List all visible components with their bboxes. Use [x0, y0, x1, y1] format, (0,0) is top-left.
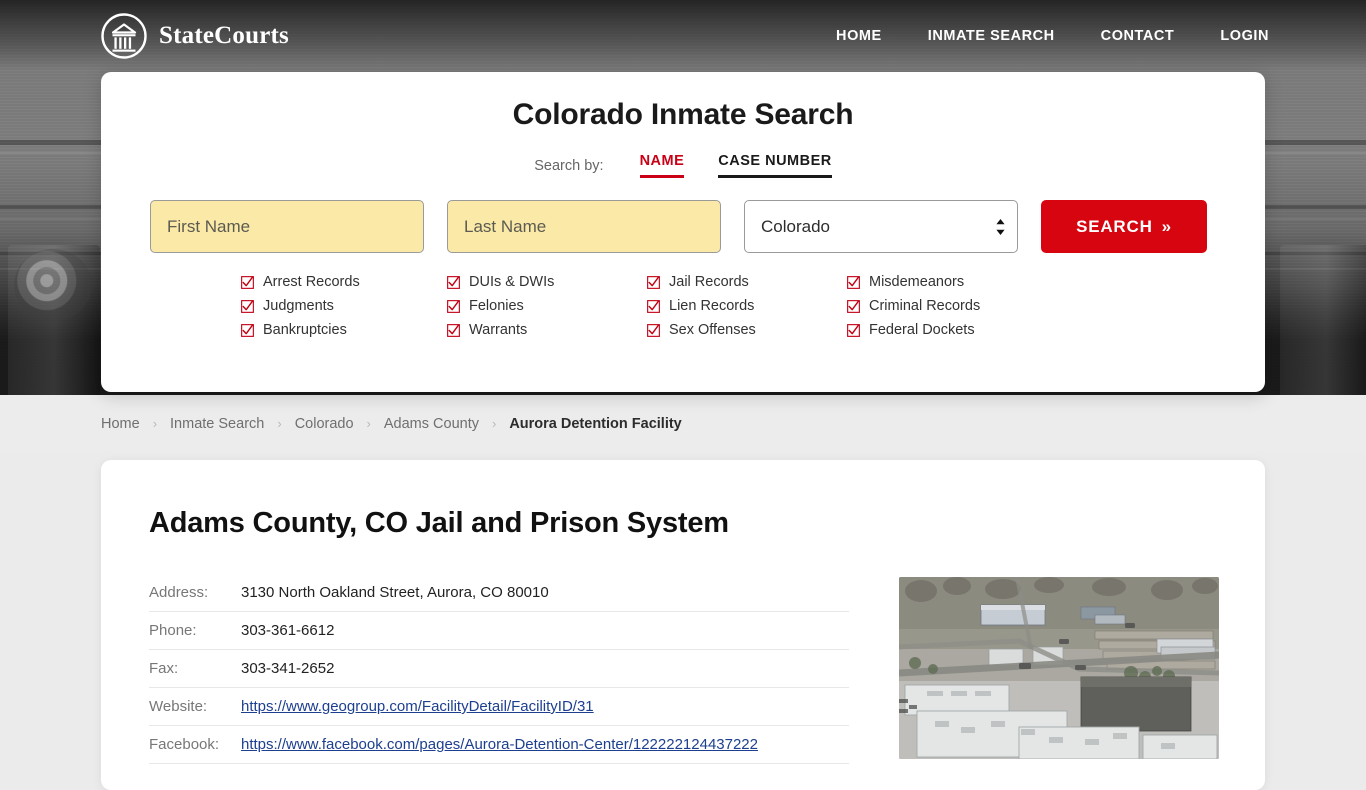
table-row: Phone: 303-361-6612: [149, 611, 849, 650]
record-type-item[interactable]: Arrest Records: [241, 273, 447, 292]
main-navigation: HOME INMATE SEARCH CONTACT LOGIN: [836, 22, 1269, 50]
table-row: Fax: 303-341-2652: [149, 649, 849, 688]
breadcrumb-item-current: Aurora Detention Facility: [509, 415, 682, 432]
courthouse-circle-icon: [100, 12, 148, 60]
search-form: Colorado SEARCH »: [101, 200, 1265, 253]
state-select-wrapper: Colorado: [744, 200, 1018, 253]
chevron-right-icon: ›: [152, 416, 158, 431]
page-title: Adams County, CO Jail and Prison System: [149, 507, 729, 539]
website-link[interactable]: https://www.geogroup.com/FacilityDetail/…: [241, 698, 594, 715]
detail-label-facebook: Facebook:: [149, 725, 241, 764]
record-type-item[interactable]: Misdemeanors: [847, 273, 1125, 292]
record-type-label: Felonies: [469, 298, 524, 314]
nav-item-login[interactable]: LOGIN: [1220, 22, 1269, 50]
record-type-item[interactable]: Bankruptcies: [241, 321, 447, 340]
hero-ionic-scroll-decoration: [14, 249, 92, 321]
checked-box-icon: [647, 300, 660, 313]
detail-value-website: https://www.geogroup.com/FacilityDetail/…: [241, 687, 849, 726]
table-row: Website: https://www.geogroup.com/Facili…: [149, 687, 849, 726]
record-type-item[interactable]: Sex Offenses: [647, 321, 847, 340]
record-type-label: Judgments: [263, 298, 334, 314]
checked-box-icon: [241, 276, 254, 289]
detail-label-address: Address:: [149, 577, 241, 612]
search-by-tabs: Search by: NAME CASE NUMBER: [101, 153, 1265, 178]
detail-value-fax: 303-341-2652: [241, 649, 849, 688]
checked-box-icon: [447, 276, 460, 289]
checked-box-icon: [447, 324, 460, 337]
chevron-right-icon: ›: [277, 416, 282, 431]
record-type-label: Lien Records: [669, 298, 755, 314]
nav-item-contact[interactable]: CONTACT: [1101, 22, 1175, 50]
checked-box-icon: [847, 324, 860, 337]
breadcrumb-item-colorado[interactable]: Colorado: [295, 416, 354, 432]
record-type-item[interactable]: DUIs & DWIs: [447, 273, 647, 292]
record-type-label: Criminal Records: [869, 298, 981, 314]
search-by-label: Search by:: [534, 157, 604, 174]
chevron-right-icon: ›: [491, 416, 497, 431]
record-type-label: Warrants: [469, 322, 528, 338]
checked-box-icon: [647, 276, 660, 289]
facility-detail-table: Address: 3130 North Oakland Street, Auro…: [149, 577, 849, 764]
record-type-label: Sex Offenses: [669, 322, 756, 338]
breadcrumb-bar: Home › Inmate Search › Colorado › Adams …: [0, 395, 1366, 452]
tab-search-by-case-number[interactable]: CASE NUMBER: [718, 153, 832, 178]
brand-name: StateCourts: [159, 22, 289, 49]
nav-item-inmate-search[interactable]: INMATE SEARCH: [928, 22, 1055, 50]
table-row: Facebook: https://www.facebook.com/pages…: [149, 725, 849, 764]
breadcrumb-item-inmate-search[interactable]: Inmate Search: [170, 416, 264, 432]
facebook-link[interactable]: https://www.facebook.com/pages/Aurora-De…: [241, 736, 758, 753]
tab-search-by-name[interactable]: NAME: [639, 153, 685, 178]
detail-label-website: Website:: [149, 687, 241, 726]
checked-box-icon: [241, 324, 254, 337]
facility-aerial-photo: [899, 577, 1219, 759]
facility-detail-layout: Address: 3130 North Oakland Street, Auro…: [101, 540, 1265, 764]
checked-box-icon: [847, 300, 860, 313]
search-button-label: SEARCH: [1076, 216, 1153, 236]
state-select[interactable]: Colorado: [744, 200, 1018, 253]
detail-value-phone: 303-361-6612: [241, 611, 849, 650]
checked-box-icon: [847, 276, 860, 289]
search-card-title: Colorado Inmate Search: [512, 98, 854, 131]
first-name-input[interactable]: [150, 200, 424, 253]
detail-label-fax: Fax:: [149, 649, 241, 688]
record-type-label: Arrest Records: [263, 274, 360, 290]
breadcrumb-item-home[interactable]: Home: [101, 416, 140, 432]
detail-value-facebook: https://www.facebook.com/pages/Aurora-De…: [241, 725, 849, 764]
record-type-checklist: Arrest Records DUIs & DWIs Jail Records: [101, 273, 1265, 340]
site-header: StateCourts HOME INMATE SEARCH CONTACT L…: [0, 0, 1366, 72]
breadcrumb: Home › Inmate Search › Colorado › Adams …: [101, 416, 682, 432]
record-type-item[interactable]: Felonies: [447, 297, 647, 316]
double-chevron-right-icon: »: [1161, 216, 1172, 236]
record-type-item[interactable]: Judgments: [241, 297, 447, 316]
record-type-item[interactable]: Warrants: [447, 321, 647, 340]
detail-value-address: 3130 North Oakland Street, Aurora, CO 80…: [241, 577, 849, 612]
chevron-right-icon: ›: [366, 416, 371, 431]
facility-detail-card: Adams County, CO Jail and Prison System …: [101, 460, 1265, 790]
nav-item-home[interactable]: HOME: [836, 22, 882, 50]
record-type-item[interactable]: Federal Dockets: [847, 321, 1125, 340]
inmate-search-card: Colorado Inmate Search Search by: NAME C…: [101, 72, 1265, 392]
hero-column-decoration: [1280, 245, 1366, 395]
table-row: Address: 3130 North Oakland Street, Auro…: [149, 577, 849, 612]
search-button[interactable]: SEARCH »: [1041, 200, 1207, 253]
record-type-label: Misdemeanors: [869, 274, 965, 290]
checked-box-icon: [647, 324, 660, 337]
brand-logo-link[interactable]: StateCourts: [100, 12, 289, 60]
record-type-item[interactable]: Criminal Records: [847, 297, 1125, 316]
checked-box-icon: [447, 300, 460, 313]
record-type-label: Jail Records: [669, 274, 749, 290]
record-type-label: Federal Dockets: [869, 322, 975, 338]
record-type-label: DUIs & DWIs: [469, 274, 555, 290]
checked-box-icon: [241, 300, 254, 313]
detail-label-phone: Phone:: [149, 611, 241, 650]
record-type-item[interactable]: Lien Records: [647, 297, 847, 316]
record-type-label: Bankruptcies: [263, 322, 347, 338]
last-name-input[interactable]: [447, 200, 721, 253]
record-type-item[interactable]: Jail Records: [647, 273, 847, 292]
breadcrumb-item-adams-county[interactable]: Adams County: [384, 416, 479, 432]
